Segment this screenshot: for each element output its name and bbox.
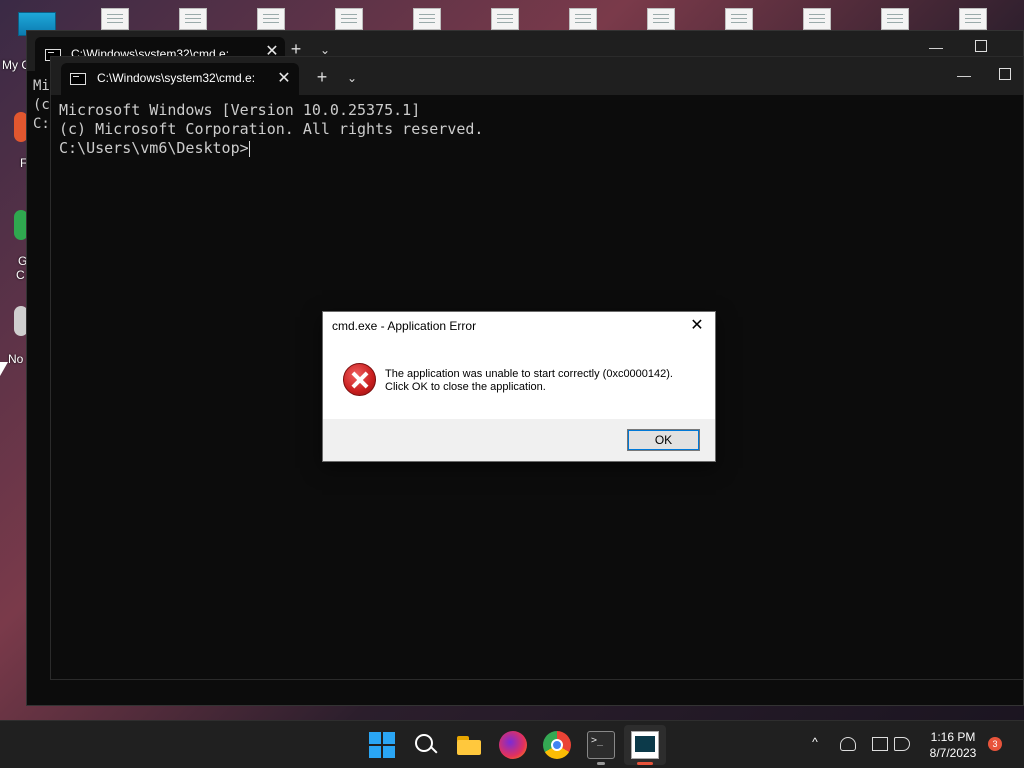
desktop-file-icon[interactable] — [257, 8, 287, 30]
new-tab-button[interactable]: + — [309, 65, 335, 91]
desktop-file-icon[interactable] — [335, 8, 365, 30]
desktop-label[interactable]: No — [8, 352, 23, 366]
desktop-file-icon[interactable] — [725, 8, 755, 30]
desktop-file-icon[interactable] — [803, 8, 833, 30]
desktop-file-icon[interactable] — [413, 8, 443, 30]
desktop-file-icon[interactable] — [959, 8, 989, 30]
tab-dropdown-button[interactable]: ⌄ — [341, 65, 363, 91]
dialog-message-line: The application was unable to start corr… — [385, 368, 673, 380]
ok-button[interactable]: OK — [627, 429, 700, 451]
desktop-file-icon[interactable] — [101, 8, 131, 30]
taskbar: ^ 1:16 PM 8/7/2023 3 — [0, 720, 1024, 768]
back-console: Mi (c C: — [33, 77, 50, 134]
desktop-label[interactable]: C — [16, 268, 25, 282]
desktop-file-icon[interactable] — [491, 8, 521, 30]
close-icon[interactable]: ✕ — [273, 68, 295, 90]
mouse-pointer-icon — [0, 362, 8, 376]
dialog-title: cmd.exe - Application Error — [332, 319, 477, 333]
application-error-dialog[interactable]: cmd.exe - Application Error ✕ The applic… — [322, 311, 716, 462]
clock-time: 1:16 PM — [930, 730, 976, 744]
console-line: (c) Microsoft Corporation. All rights re… — [59, 120, 484, 138]
dialog-close-button[interactable]: ✕ — [685, 315, 709, 337]
desktop-file-icon[interactable] — [179, 8, 209, 30]
file-explorer-icon[interactable] — [455, 731, 483, 759]
volume-icon[interactable] — [894, 737, 910, 751]
firefox-icon[interactable] — [499, 731, 527, 759]
terminal-icon[interactable] — [587, 731, 615, 759]
running-indicator — [597, 762, 605, 765]
onedrive-icon[interactable] — [840, 737, 856, 751]
minimize-button[interactable]: — — [949, 63, 979, 87]
desktop-file-icon[interactable] — [881, 8, 911, 30]
dialog-message-line: Click OK to close the application. — [385, 381, 546, 393]
console-line: C: — [33, 116, 50, 132]
text-cursor — [248, 140, 250, 157]
tab-cmd[interactable]: C:\Windows\system32\cmd.e: ✕ — [61, 63, 299, 95]
console-output[interactable]: Microsoft Windows [Version 10.0.25375.1]… — [59, 101, 483, 158]
desktop-file-icon[interactable] — [647, 8, 677, 30]
show-hidden-icons-button[interactable]: ^ — [806, 735, 824, 749]
terminal-titlebar[interactable]: C:\Windows\system32\cmd.e: ✕ + ⌄ — — [51, 57, 1023, 95]
clock-date: 8/7/2023 — [929, 746, 977, 760]
dialog-footer: OK — [323, 419, 715, 461]
console-line: Mi — [33, 78, 50, 94]
desktop-icons-row — [0, 0, 1024, 36]
chrome-icon[interactable] — [543, 731, 571, 759]
error-icon — [343, 363, 376, 396]
console-prompt: C:\Users\vm6\Desktop> — [59, 139, 249, 157]
start-button[interactable] — [368, 731, 396, 759]
search-icon[interactable] — [412, 731, 440, 759]
tab-title: C:\Windows\system32\cmd.e: — [97, 71, 256, 85]
console-line: Microsoft Windows [Version 10.0.25375.1] — [59, 101, 421, 119]
maximize-button[interactable] — [991, 63, 1021, 87]
dialog-message: The application was unable to start corr… — [385, 368, 673, 394]
console-line: (c — [33, 97, 50, 113]
active-indicator — [637, 762, 653, 765]
console-prompt-line[interactable]: C:\Users\vm6\Desktop> — [59, 139, 483, 158]
desktop-file-icon[interactable] — [569, 8, 599, 30]
notification-badge[interactable]: 3 — [988, 737, 1002, 751]
network-icon[interactable] — [872, 737, 888, 751]
cmd-taskbar-icon[interactable] — [631, 731, 659, 759]
clock[interactable]: 1:16 PM 8/7/2023 — [920, 729, 986, 761]
cmd-icon — [70, 73, 86, 85]
